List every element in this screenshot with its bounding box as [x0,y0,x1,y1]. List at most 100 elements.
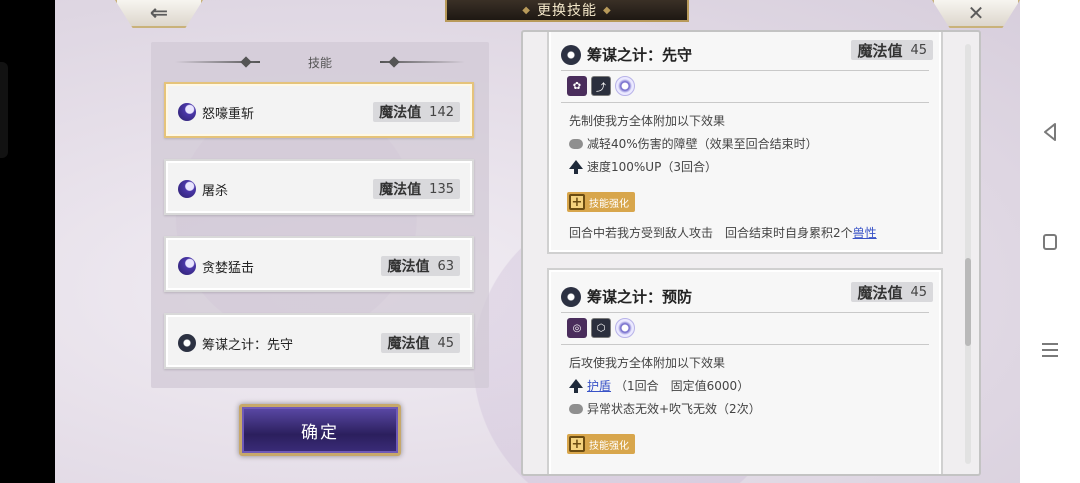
card-title: 筹谋之计：预防 [587,288,693,306]
arrow-left-icon: ⇐ [149,0,169,26]
skill-list-panel: 技能 怒嚎重斩 魔法值 142 屠杀 魔法值 135 贪婪猛击 魔法值 63 筹… [151,42,489,388]
divider [561,70,929,71]
confirm-button[interactable]: 确定 [239,404,401,456]
plus-icon: + [569,436,585,452]
skill-enhance-label: 技能强化 [589,440,629,452]
mana-box: 魔法值 45 [851,282,933,302]
skill-item-4[interactable]: 筹谋之计：先守 魔法值 45 [164,313,474,369]
nav-back-icon [1044,123,1056,141]
scrollbar-track[interactable] [965,44,971,464]
mana-value: 45 [910,284,927,300]
skill-name: 屠杀 [202,184,229,199]
skill-item-2[interactable]: 屠杀 魔法值 135 [164,159,474,215]
gear-icon [561,44,581,65]
mana-label: 魔法值 [857,283,903,302]
mana-label: 魔法值 [379,105,422,121]
effect-immunity: 异常状态无效+吹飞无效（2次） [569,400,761,417]
card-title: 筹谋之计：先守 [587,46,693,64]
divider-right [380,61,465,63]
nav-home-icon [1043,234,1057,250]
system-nav-bar [1020,0,1080,483]
mana-box: 魔法值 142 [373,102,460,122]
skill-enhance-tag: + 技能强化 [567,192,635,212]
nav-home-button[interactable] [1020,222,1080,262]
mana-value: 135 [429,181,454,197]
badge-row: ✿ ⤴ [567,76,635,96]
effect-speed-text: 速度100%UP（3回合） [587,160,717,174]
mana-label: 魔法值 [379,182,422,198]
shield-buff-icon: ◎ [567,318,587,338]
swirl-icon [615,318,635,338]
effect-intro: 后攻使我方全体附加以下效果 [569,356,726,370]
panel-header: 技能 [151,52,489,72]
panel-title: 技能 [307,55,332,70]
mana-value: 45 [437,335,454,351]
skill-enhance-tag: + 技能强化 [567,434,635,454]
card-title-row: 筹谋之计：预防 [561,286,692,307]
wing-right-icon: ◆ [603,4,612,16]
divider [561,312,929,313]
camera-notch [0,62,8,158]
party-buff-icon: ✿ [567,76,587,96]
gear-icon [178,334,196,352]
skill-enhance-label: 技能强化 [589,198,629,210]
enhance-effect: 回合中若我方受到敌人攻击 回合结束时自身累积2个兽性 [569,224,877,241]
gear-icon [561,286,581,307]
mana-value: 63 [437,258,454,274]
divider-left [174,61,260,63]
skill-detail-card-2: 筹谋之计：预防 魔法值 45 ◎ ⬡ 后攻使我方全体附加以下效果 护盾 （1回合… [547,268,943,474]
arrow-up-icon [569,379,583,393]
beastliness-link[interactable]: 兽性 [853,226,877,240]
skill-item-1[interactable]: 怒嚎重斩 魔法值 142 [164,82,474,138]
effect-barrier: 减轻40%伤害的障壁（效果至回合结束时） [569,135,818,152]
moon-icon [178,103,196,121]
speed-buff-icon: ⤴ [591,76,611,96]
mana-box: 魔法值 135 [373,179,460,199]
confirm-label: 确定 [301,422,339,443]
skill-name: 贪婪猛击 [202,261,255,276]
effect-shield-text: （1回合 固定值6000） [615,379,750,393]
mana-box: 魔法值 45 [381,333,460,353]
moon-icon [178,180,196,198]
hexagon-icon: ⬡ [591,318,611,338]
plus-icon: + [569,194,585,210]
skill-name: 怒嚎重斩 [202,107,255,122]
swirl-icon [615,76,635,96]
mana-label: 魔法值 [387,259,430,275]
mana-label: 魔法值 [857,41,903,60]
effect-intro: 先制使我方全体附加以下效果 [569,114,726,128]
nav-recents-button[interactable] [1020,330,1080,370]
immunity-icon [569,403,583,414]
nav-recents-icon [1042,343,1058,357]
close-button[interactable]: ✕ [932,0,1020,28]
close-icon: ✕ [967,1,985,25]
nav-back-button[interactable] [1020,112,1080,152]
badge-row: ◎ ⬡ [567,318,635,338]
title-plate: ◆ 更换技能 ◆ [445,0,689,22]
skill-detail-panel[interactable]: 筹谋之计：先守 魔法值 45 ✿ ⤴ 先制使我方全体附加以下效果 减轻40%伤害… [521,30,981,476]
skill-name: 筹谋之计：先守 [202,338,294,353]
effect-immunity-text: 异常状态无效+吹飞无效（2次） [587,402,761,416]
barrier-icon [569,138,583,149]
effect-speed: 速度100%UP（3回合） [569,158,717,175]
card-title-row: 筹谋之计：先守 [561,44,692,65]
effect-shield: 护盾 （1回合 固定值6000） [569,377,749,394]
divider [561,344,929,345]
effect-barrier-text: 减轻40%伤害的障壁（效果至回合结束时） [587,137,818,151]
mana-label: 魔法值 [387,336,430,352]
mana-box: 魔法值 63 [381,256,460,276]
mana-box: 魔法值 45 [851,40,933,60]
back-button[interactable]: ⇐ [115,0,203,28]
skill-detail-card-1: 筹谋之计：先守 魔法值 45 ✿ ⤴ 先制使我方全体附加以下效果 减轻40%伤害… [547,32,943,254]
shield-link[interactable]: 护盾 [587,377,611,394]
enhance-effect-text: 回合中若我方受到敌人攻击 回合结束时自身累积2个 [569,226,853,240]
moon-icon [178,257,196,275]
wing-left-icon: ◆ [522,4,531,16]
left-bezel [0,0,55,483]
mana-value: 45 [910,42,927,58]
arrow-up-icon [569,160,583,174]
page-title: 更换技能 [537,3,597,19]
skill-item-3[interactable]: 贪婪猛击 魔法值 63 [164,236,474,292]
divider [561,102,929,103]
scrollbar-thumb[interactable] [965,258,971,346]
